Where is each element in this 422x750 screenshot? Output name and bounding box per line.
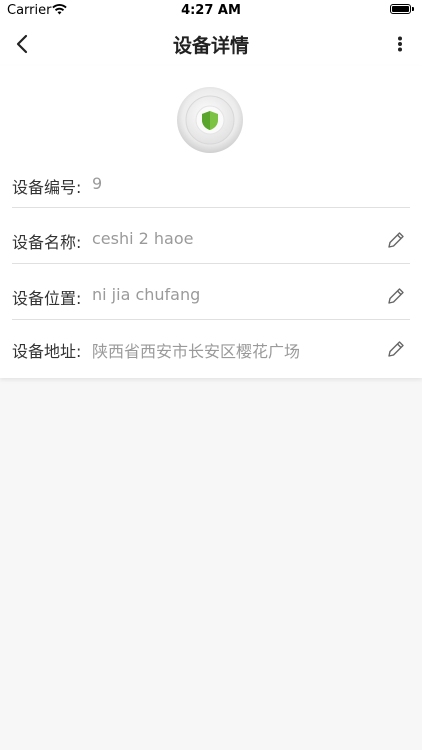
shield-device-icon [176,86,244,154]
field-value: ni jia chufang [92,285,201,304]
field-label: 设备名称: [12,233,82,252]
field-value: ceshi 2 haoe [92,229,194,248]
more-vertical-icon [398,36,402,52]
edit-location-button[interactable] [386,286,406,306]
pencil-icon [388,288,404,304]
navigation-bar: 设备详情 [0,22,422,66]
pencil-icon [388,232,404,248]
battery-icon [390,4,414,15]
field-value: 陕西省西安市长安区樱花广场 [92,342,301,361]
pencil-icon [388,341,404,357]
divider [12,263,410,264]
divider [12,207,410,208]
field-row-device-name: 设备名称: ceshi 2 haoe [12,229,410,253]
field-label: 设备位置: [12,289,82,308]
page-title: 设备详情 [172,35,249,57]
field-row-device-address: 设备地址: 陕西省西安市长安区樱花广场 [12,338,410,362]
field-row-device-location: 设备位置: ni jia chufang [12,285,410,309]
divider [12,319,410,320]
status-bar: Carrier 4:27 AM [0,0,422,22]
field-label: 设备地址: [12,342,82,361]
field-value: 9 [92,174,103,193]
more-options-button[interactable] [386,30,414,58]
field-label: 设备编号: [12,178,82,197]
device-detail-card: 设备编号: 9 设备名称: ceshi 2 haoe 设备位置: ni jia … [0,66,422,378]
clock: 4:27 AM [181,3,241,18]
edit-address-button[interactable] [386,339,406,359]
field-row-device-id: 设备编号: 9 [12,174,410,198]
edit-name-button[interactable] [386,230,406,250]
